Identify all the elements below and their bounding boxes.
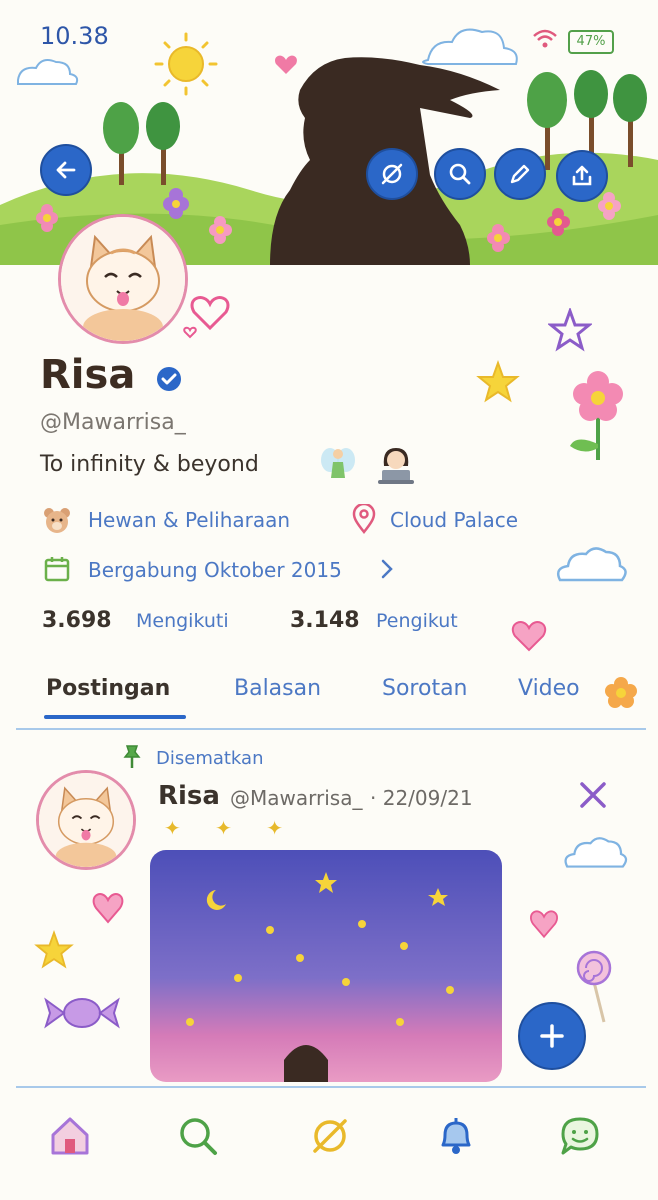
profile-joined-date[interactable]: Bergabung Oktober 2015	[88, 558, 342, 582]
pin-icon	[123, 745, 141, 768]
flower-doodle-icon	[570, 371, 623, 460]
notifications-bell-icon	[441, 1118, 471, 1154]
tab-posts[interactable]: Postingan	[46, 676, 170, 701]
search-button[interactable]	[434, 148, 486, 200]
search-icon	[180, 1118, 217, 1155]
share-button[interactable]	[556, 150, 608, 202]
heart-doodle-icon	[183, 296, 230, 339]
followers-label[interactable]: Pengikut	[376, 610, 458, 632]
grok-button[interactable]	[366, 148, 418, 200]
chevron-right-icon[interactable]	[380, 558, 394, 580]
grok-icon	[381, 163, 403, 185]
home-icon	[51, 1117, 89, 1155]
star-doodle-icon	[548, 308, 592, 352]
following-label[interactable]: Mengikuti	[136, 610, 229, 632]
cloud-doodle-icon	[564, 837, 628, 868]
nav-notifications[interactable]	[430, 1110, 482, 1162]
profile-handle: @Mawarrisa_	[40, 410, 186, 435]
bear-icon	[44, 508, 70, 533]
location-pin-icon	[352, 504, 376, 534]
status-time: 10.38	[40, 22, 109, 50]
cat-avatar-image	[39, 773, 133, 867]
flower-doodle-icon	[605, 677, 637, 708]
wifi-icon	[533, 29, 557, 48]
profile-screen: 10.38 47% Risa @Mawarrisa_ To infinity &…	[0, 0, 658, 1200]
bottom-nav-divider	[16, 1086, 646, 1088]
candy-doodle-icon	[44, 997, 120, 1029]
profile-location: Cloud Palace	[390, 508, 519, 532]
pencil-icon	[510, 164, 530, 184]
share-icon	[572, 165, 592, 186]
profile-bio: To infinity & beyond	[40, 452, 259, 477]
post-author-avatar[interactable]	[36, 770, 136, 870]
profile-name: Risa	[40, 352, 136, 398]
star-doodle-icon	[34, 930, 74, 969]
profile-avatar[interactable]	[58, 214, 188, 344]
star-doodle-icon	[476, 360, 520, 403]
verified-badge-icon[interactable]	[154, 364, 184, 394]
heart-doodle-icon	[511, 621, 547, 652]
nav-home[interactable]	[44, 1110, 96, 1162]
post-date: · 22/09/21	[370, 786, 473, 810]
pinned-label: Disematkan	[156, 748, 264, 769]
tab-highlights[interactable]: Sorotan	[382, 676, 468, 701]
nav-grok[interactable]	[304, 1110, 356, 1162]
cloud-doodle-icon	[557, 547, 627, 582]
edit-button[interactable]	[494, 148, 546, 200]
fairy-emoji-icon	[321, 448, 355, 478]
heart-doodle-icon	[530, 910, 558, 939]
tabs-divider	[16, 728, 646, 730]
heart-doodle-icon	[92, 893, 124, 924]
following-count[interactable]: 3.698	[42, 608, 112, 633]
tab-video[interactable]: Video	[518, 676, 580, 701]
technologist-emoji-icon	[378, 448, 414, 484]
messages-icon	[561, 1117, 599, 1155]
active-tab-indicator	[44, 715, 186, 719]
nav-messages[interactable]	[554, 1110, 606, 1162]
post-author-handle[interactable]: @Mawarrisa_	[230, 786, 362, 810]
search-icon	[449, 163, 471, 185]
tab-replies[interactable]: Balasan	[234, 676, 321, 701]
post-author-name[interactable]: Risa	[158, 781, 220, 811]
calendar-icon	[44, 557, 70, 582]
compose-post-button[interactable]	[518, 1002, 586, 1070]
cat-avatar-image	[61, 217, 185, 341]
back-arrow-icon	[56, 161, 76, 179]
post-text: ✦ ✦ ✦	[164, 816, 297, 840]
battery-indicator: 47%	[568, 30, 614, 54]
profile-category: Hewan & Peliharaan	[88, 508, 291, 532]
nav-search[interactable]	[172, 1110, 224, 1162]
back-button[interactable]	[40, 144, 92, 196]
followers-count[interactable]: 3.148	[290, 608, 360, 633]
post-image[interactable]	[150, 850, 502, 1082]
grok-icon	[313, 1119, 347, 1153]
plus-icon	[540, 1024, 564, 1048]
x-logo-icon	[580, 782, 606, 808]
